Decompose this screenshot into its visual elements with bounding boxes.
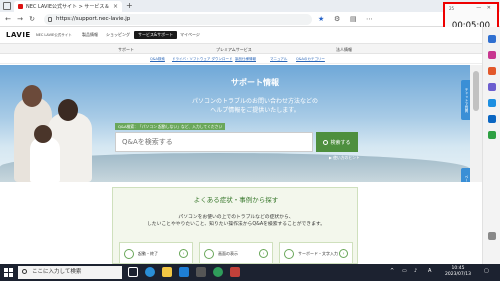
back-icon[interactable]: ← bbox=[4, 15, 12, 23]
category-label: 画面の表示 bbox=[218, 251, 238, 256]
qa-search-input[interactable] bbox=[116, 133, 306, 151]
volume-icon[interactable]: ♪ bbox=[414, 268, 417, 274]
favorite-star-icon[interactable]: ★ bbox=[318, 15, 324, 23]
subnav-premium[interactable]: プレミアムサービス bbox=[216, 47, 252, 53]
nav-service-support[interactable]: サービス&サポート bbox=[134, 31, 178, 39]
hero-banner: サポート情報 パソコンのトラブルのお問い合わせ方法などの ヘルプ情報をご提供いた… bbox=[0, 65, 470, 182]
taskbar-clock[interactable]: 10:45 2023/07/13 bbox=[440, 266, 476, 278]
taskbar-search-placeholder: ここに入力して検索 bbox=[32, 269, 82, 275]
usage-hint-link[interactable]: ▶ 使い方のヒント bbox=[329, 155, 360, 161]
app-icon[interactable] bbox=[213, 267, 223, 277]
hero-title: サポート情報 bbox=[231, 78, 279, 87]
subnav: サポート プレミアムサービス 法人情報 bbox=[0, 43, 482, 54]
search-icon bbox=[22, 269, 27, 274]
chevron-right-icon: › bbox=[339, 249, 348, 258]
nav-mypage[interactable]: マイページ bbox=[180, 32, 200, 38]
qa-search-button[interactable]: 検索する bbox=[316, 132, 358, 152]
hero-description: パソコンのトラブルのお問い合わせ方法などの ヘルプ情報をご提供いたします。 bbox=[150, 97, 360, 115]
site-logo[interactable]: LAVIE bbox=[6, 31, 31, 39]
nav-products[interactable]: 製品情報 bbox=[82, 32, 98, 38]
tab-actions-icon[interactable] bbox=[3, 2, 11, 10]
category-label: サーボード・文字入力 bbox=[298, 251, 338, 256]
link-product-spec[interactable]: 製品仕様情報 bbox=[235, 57, 256, 62]
url-field[interactable]: https://support.nec-lavie.jp bbox=[44, 14, 312, 25]
subnav-corporate[interactable]: 法人情報 bbox=[336, 47, 352, 53]
link-qa-category[interactable]: Q&Aのカテゴリー bbox=[296, 57, 325, 62]
link-manual[interactable]: マニュアル bbox=[270, 57, 287, 62]
tray-chevron-icon[interactable]: ^ bbox=[390, 268, 394, 274]
explorer-icon[interactable] bbox=[162, 267, 172, 277]
games-icon[interactable] bbox=[488, 83, 496, 91]
category-startup[interactable]: 起動・終了 › bbox=[119, 242, 193, 264]
edge-sidebar bbox=[482, 27, 500, 264]
ime-indicator[interactable]: A bbox=[428, 268, 431, 274]
timer-window-controls[interactable]: — ✕ bbox=[476, 5, 493, 11]
hero-desc-line2: ヘルプ情報をご提供いたします。 bbox=[210, 107, 300, 114]
monitor-icon bbox=[204, 249, 214, 259]
tools-icon[interactable] bbox=[488, 67, 496, 75]
chevron-right-icon: › bbox=[179, 249, 188, 258]
new-tab-button[interactable]: + bbox=[126, 1, 133, 10]
power-icon bbox=[124, 249, 134, 259]
category-display[interactable]: 画面の表示 › bbox=[199, 242, 273, 264]
office-icon[interactable] bbox=[488, 99, 496, 107]
card-desc-line1: パソコンをお使いの上でのトラブルなどの症状から、 bbox=[178, 215, 294, 220]
url-text: https://support.nec-lavie.jp bbox=[56, 16, 131, 22]
browser-tab[interactable]: NEC LAVIE公式サイト > サービス＆ × bbox=[14, 1, 122, 12]
search-icon[interactable] bbox=[488, 35, 496, 43]
search-icon bbox=[323, 139, 329, 145]
lock-icon bbox=[48, 17, 52, 22]
taskbar-date: 2023/07/13 bbox=[445, 272, 471, 277]
symptom-card: よくある症状・事例から探す パソコンをお使いの上でのトラブルなどの症状から、 し… bbox=[112, 187, 358, 264]
sidebar-settings-icon[interactable] bbox=[488, 232, 496, 240]
link-driver-download[interactable]: ドライバ・ソフトウェア ダウンロード bbox=[172, 57, 233, 62]
hero-desc-line1: パソコンのトラブルのお問い合わせ方法などの bbox=[191, 98, 318, 105]
taskbar-search[interactable]: ここに入力して検索 bbox=[18, 266, 122, 279]
nav-shopping[interactable]: ショッピング bbox=[106, 32, 130, 38]
windows-start-icon[interactable] bbox=[4, 268, 13, 277]
shopping-icon[interactable] bbox=[488, 51, 496, 59]
category-keyboard[interactable]: サーボード・文字入力 › bbox=[279, 242, 353, 264]
timer-header: 25 bbox=[449, 6, 455, 11]
card-desc-line2: したいことややりたいこと、知りたい操作法からQ&Aを検索することができます。 bbox=[146, 222, 326, 227]
category-label: 起動・終了 bbox=[138, 251, 158, 256]
taskbar: ここに入力して検索 ^ ▭ ♪ A 10:45 2023/07/13 ▢ bbox=[0, 264, 500, 281]
qa-search-box[interactable] bbox=[115, 132, 313, 152]
collections-icon[interactable]: ▤ bbox=[350, 15, 357, 23]
favicon-icon bbox=[18, 4, 23, 9]
symptom-card-desc: パソコンをお使いの上でのトラブルなどの症状から、 したいことややりたいこと、知り… bbox=[129, 214, 343, 228]
edge-icon[interactable] bbox=[145, 267, 155, 277]
network-icon[interactable]: ▭ bbox=[402, 268, 407, 274]
extensions-icon[interactable]: ⚙ bbox=[334, 15, 340, 23]
keyboard-icon bbox=[284, 249, 294, 259]
subnav-support[interactable]: サポート bbox=[118, 47, 134, 53]
app-red-icon[interactable] bbox=[230, 267, 240, 277]
chevron-right-icon: › bbox=[259, 249, 268, 258]
store-icon[interactable] bbox=[196, 267, 206, 277]
search-button-label: 検索する bbox=[330, 139, 351, 146]
qa-search-tag: Q&A検索：「パソコン 起動しない」など、入力してください bbox=[115, 123, 226, 130]
forward-icon[interactable]: → bbox=[16, 15, 24, 23]
menu-icon[interactable]: ⋯ bbox=[366, 15, 373, 23]
app-icon[interactable] bbox=[488, 131, 496, 139]
site-logo-sub: NEC LAVIE公式サイト bbox=[36, 33, 72, 37]
tab-title: NEC LAVIE公式サイト > サービス＆ bbox=[26, 4, 110, 10]
symptom-card-title: よくある症状・事例から探す bbox=[193, 196, 279, 204]
notification-icon[interactable]: ▢ bbox=[484, 268, 489, 274]
lower-section: よくある症状・事例から探す パソコンをお使いの上でのトラブルなどの症状から、 し… bbox=[0, 182, 482, 264]
hero-family-image bbox=[4, 79, 104, 182]
mail-icon[interactable] bbox=[179, 267, 189, 277]
scrollbar-thumb[interactable] bbox=[473, 71, 479, 111]
address-bar-row: ← → ↻ https://support.nec-lavie.jp ★ ⚙ ▤… bbox=[0, 12, 500, 27]
link-qa-search[interactable]: Q&A検索 bbox=[150, 57, 165, 62]
tab-close-button[interactable]: × bbox=[113, 3, 118, 10]
browser-tabbar: NEC LAVIE公式サイト > サービス＆ × + bbox=[0, 0, 500, 12]
subnav-links: Q&A検索 ドライバ・ソフトウェア ダウンロード 製品仕様情報 マニュアル Q&… bbox=[0, 54, 482, 64]
refresh-icon[interactable]: ↻ bbox=[28, 15, 36, 23]
task-view-icon[interactable] bbox=[128, 267, 138, 277]
site-header: LAVIE NEC LAVIE公式サイト 製品情報 ショッピング サービス&サポ… bbox=[0, 27, 482, 43]
chat-question-tab[interactable]: チャットで質問 bbox=[461, 80, 470, 120]
outlook-icon[interactable] bbox=[488, 115, 496, 123]
